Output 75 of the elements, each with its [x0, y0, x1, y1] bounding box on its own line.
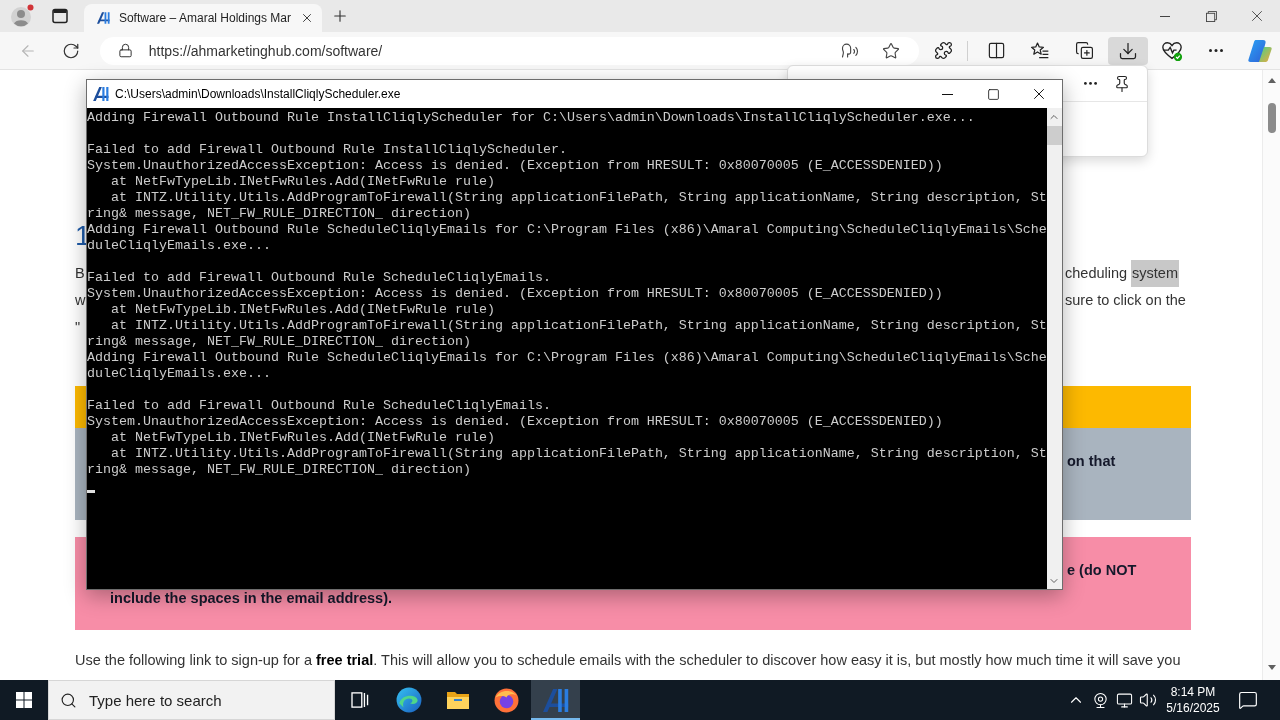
- gradient-logo-icon: [1248, 38, 1272, 63]
- notice-text: e (do NOT: [1067, 561, 1137, 580]
- notice-text: on that: [1067, 452, 1116, 471]
- split-screen-icon: [986, 41, 1006, 60]
- paragraph-text: Use the following link to sign-up for a free trial. This will allow you to schedule emails with the scheduler to discover how easy it is, but mostly how much time it will save you: [75, 651, 1182, 670]
- console-line: System.UnauthorizedAccessException: Access is denied. (Exception from HRESULT: 0x80070005 (E_ACCESSDENIED)): [87, 286, 943, 302]
- refresh-icon: [61, 41, 80, 60]
- console-line: Adding Firewall Outbound Rule ScheduleCliqlyEmails for C:\Program Files (x86)\Amaral Computing\ScheduleCliqlyEmails\Sche: [87, 350, 1047, 366]
- lock-icon: [117, 43, 133, 58]
- maximize-icon: [986, 87, 1000, 101]
- scroll-down-icon: [1267, 665, 1276, 670]
- restore-icon: [1205, 10, 1217, 22]
- downloads-button[interactable]: [1108, 36, 1148, 65]
- paragraph-text: B: [75, 265, 85, 281]
- console-line: duleCliqlyEmails.exe...: [87, 238, 271, 254]
- close-icon: [300, 11, 314, 25]
- console-line: Failed to add Firewall Outbound Rule ScheduleCliqlyEmails.: [87, 270, 551, 286]
- paragraph-text: ": [75, 319, 81, 335]
- scrollbar-thumb: [1267, 103, 1276, 133]
- console-line: Failed to add Firewall Outbound Rule ScheduleCliqlyEmails.: [87, 398, 551, 414]
- console-line: duleCliqlyEmails.exe...: [87, 366, 271, 382]
- clock-date: 5/16/2025: [1166, 700, 1220, 716]
- pin-icon: [1113, 74, 1131, 93]
- paragraph-text: w: [75, 292, 86, 308]
- scrollbar-thumb: [1046, 126, 1062, 145]
- paragraph-text: cheduling: [1064, 264, 1129, 283]
- paragraph-text: sure to click on the: [1064, 291, 1187, 310]
- puzzle-icon: [933, 41, 953, 60]
- star-icon: [882, 41, 900, 60]
- more-icon: [1083, 82, 1097, 85]
- logo-icon: [93, 87, 109, 101]
- scroll-up-icon: [1267, 78, 1276, 83]
- volume-icon: [1139, 691, 1157, 709]
- logo-icon: [542, 688, 569, 712]
- minimize-icon: [941, 93, 953, 95]
- start-icon: [16, 692, 32, 708]
- console-line: at NetFwTypeLib.INetFwRules.Add(INetFwRule rule): [111, 302, 495, 318]
- notification-icon: [1238, 690, 1258, 710]
- speech-icon: [841, 41, 859, 60]
- console-line: Failed to add Firewall Outbound Rule InstallCliqlyScheduler.: [87, 142, 567, 158]
- notice-text: include the spaces in the email address).: [109, 590, 393, 606]
- search-icon: [60, 691, 77, 709]
- console-line: at INTZ.Utility.Utils.AddProgramToFirewall(String applicationFilePath, String applicationName, String description, St: [111, 318, 1047, 334]
- console-line: System.UnauthorizedAccessException: Access is denied. (Exception from HRESULT: 0x80070005 (E_ACCESSDENIED)): [87, 414, 943, 430]
- tab-actions-icon: [52, 8, 68, 24]
- console-line: at INTZ.Utility.Utils.AddProgramToFirewall(String applicationFilePath, String applicationName, String description, St: [111, 190, 1047, 206]
- network-icon: [1115, 691, 1133, 709]
- console-line: at INTZ.Utility.Utils.AddProgramToFirewall(String applicationFilePath, String applicationName, String description, St: [111, 446, 1047, 462]
- console-line: System.UnauthorizedAccessException: Access is denied. (Exception from HRESULT: 0x80070005 (E_ACCESSDENIED)): [87, 158, 943, 174]
- window-title: C:\Users\admin\Downloads\InstallCliqlyScheduler.exe: [115, 87, 401, 101]
- heart-pulse-icon: [1161, 39, 1183, 62]
- highlighted-text: system: [1131, 260, 1179, 287]
- fire-globe-icon: [494, 687, 519, 713]
- address-field[interactable]: https://ahmarketinghub.com/software/: [99, 36, 919, 65]
- console-line: ring& message, NET_FW_RULE_DIRECTION_ direction): [87, 206, 471, 222]
- browser-tab[interactable]: Software – Amaral Holdings Mar: [84, 4, 322, 32]
- plus-icon: [331, 7, 349, 25]
- console-line: at NetFwTypeLib.INetFwRules.Add(INetFwRule rule): [111, 174, 495, 190]
- folder-icon: [445, 690, 470, 710]
- console-line: Adding Firewall Outbound Rule InstallCliqlyScheduler for C:\Users\admin\Downloads\InstallCliqlyScheduler.exe...: [87, 110, 975, 126]
- logo-icon: [97, 11, 110, 25]
- more-icon: [1209, 49, 1223, 52]
- clock-time: 8:14 PM: [1170, 684, 1216, 700]
- webcam-icon: [1091, 691, 1109, 709]
- minimize-icon: [1160, 15, 1170, 17]
- console-line: Adding Firewall Outbound Rule ScheduleCliqlyEmails for C:\Program Files (x86)\Amaral Computing\ScheduleCliqlyEmails\Sche: [87, 222, 1047, 238]
- console-line: ring& message, NET_FW_RULE_DIRECTION_ direction): [87, 462, 471, 478]
- task-view-icon: [350, 692, 369, 708]
- squares-plus-icon: [1074, 41, 1094, 60]
- console-line: at NetFwTypeLib.INetFwRules.Add(INetFwRule rule): [111, 430, 495, 446]
- star-list-icon: [1030, 40, 1050, 61]
- swirl-app-icon: [395, 687, 422, 713]
- console-line: ring& message, NET_FW_RULE_DIRECTION_ direction): [87, 334, 471, 350]
- download-icon: [1118, 40, 1138, 61]
- search-field[interactable]: Type here to search: [48, 680, 335, 720]
